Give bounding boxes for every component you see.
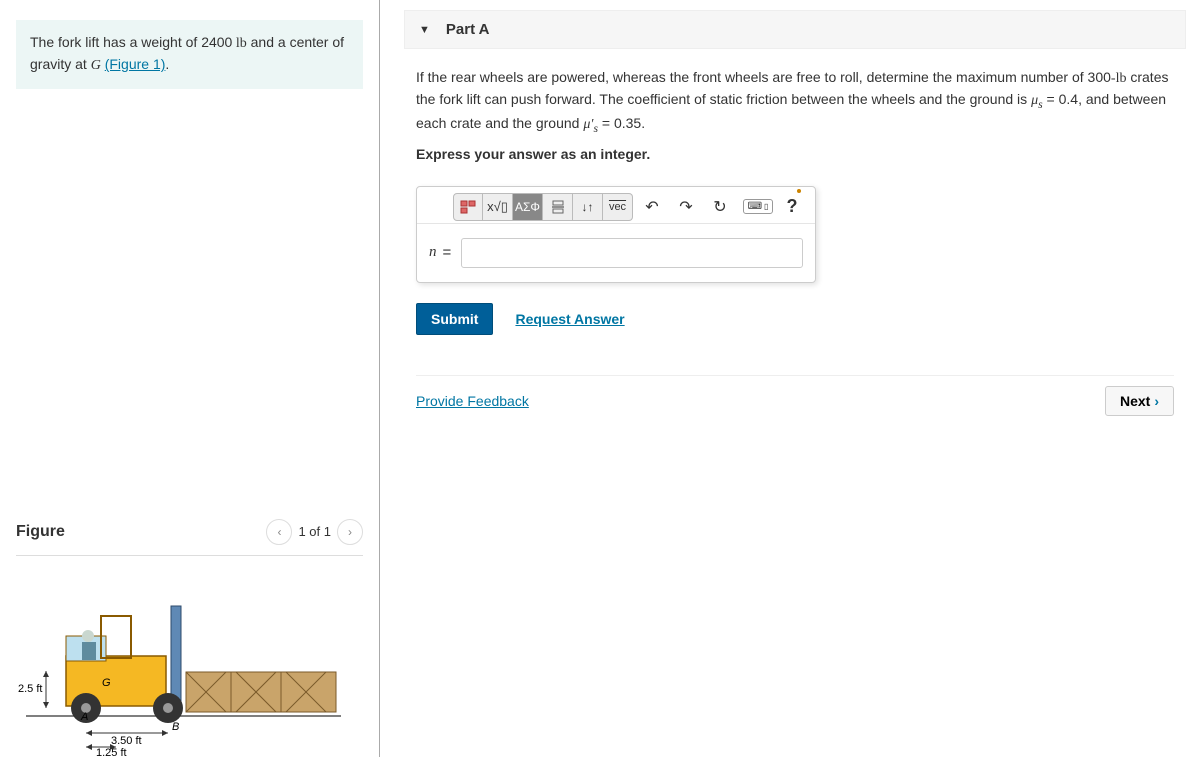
submit-button[interactable]: Submit [416,303,493,335]
fraction-button[interactable] [543,193,573,221]
ps-weight: 2400 [201,34,232,50]
equation-toolbar: x√▯ ΑΣΦ ↓↑ vec [417,187,815,224]
figure-prev-button[interactable]: ‹ [266,519,292,545]
vec-label: vec [609,201,626,213]
figure-pager: ‹ 1 of 1 › [266,519,363,545]
part-a-header[interactable]: ▼ Part A [404,10,1186,49]
next-label: Next [1120,393,1150,409]
question-text: If the rear wheels are powered, whereas … [416,67,1174,138]
answer-eq: = [443,244,462,261]
dim-d1: 3.50 ft [111,735,142,747]
templates-button[interactable] [453,193,483,221]
ps-text-1: The fork lift has a weight of [30,34,201,50]
greek-button[interactable]: ΑΣΦ [513,193,543,221]
request-answer-link[interactable]: Request Answer [515,311,624,327]
undo-button[interactable]: ↶ [637,193,667,221]
subscript-button[interactable]: ↓↑ [573,193,603,221]
sqrt-icon: x√▯ [487,199,508,215]
redo-icon: ↷ [679,197,692,217]
undo-icon: ↶ [645,197,658,217]
help-button[interactable]: ? [777,193,807,221]
qt-crateu: -lb [1111,71,1127,86]
ps-unit: lb [232,36,246,51]
qt-4: . [641,115,645,131]
mu2v: = 0.35 [598,115,641,131]
pt-a: A [80,711,88,723]
figure-next-button[interactable]: › [337,519,363,545]
dim-h: 2.5 ft [18,683,42,695]
sqrt-button[interactable]: x√▯ [483,193,513,221]
next-button[interactable]: Next › [1105,386,1174,416]
qt-1: If the rear wheels are powered, whereas … [416,69,1088,85]
submit-label: Submit [431,311,478,327]
pt-g: G [102,677,111,689]
figure-panel: Figure ‹ 1 of 1 › [16,519,363,759]
figure-title: Figure [16,523,65,541]
help-icon: ? [787,196,798,217]
chevron-right-icon: › [1154,393,1159,409]
reset-icon: ↻ [713,197,726,217]
part-a-title: Part A [446,21,490,38]
templates-icon [460,200,476,214]
vector-button[interactable]: vec [603,193,633,221]
answer-input[interactable] [461,238,803,268]
qt-cratew: 300 [1088,69,1111,85]
provide-feedback-link[interactable]: Provide Feedback [416,393,529,409]
problem-statement: The fork lift has a weight of 2400 lb an… [16,20,363,89]
pt-b: B [172,721,179,733]
caret-down-icon: ▼ [419,24,430,36]
figure-image: 2.5 ft A B G 3.50 ft 1.25 ft [16,586,346,756]
ps-suffix: . [165,56,169,72]
pin-icon [797,189,801,193]
updown-icon: ↓↑ [582,200,594,214]
reset-button[interactable]: ↻ [705,193,735,221]
mu1v: = 0.4 [1043,91,1078,107]
chevron-left-icon: ‹ [277,525,281,539]
keyboard-icon: ⌨▯ [743,199,774,214]
redo-button[interactable]: ↷ [671,193,701,221]
answer-box: x√▯ ΑΣΦ ↓↑ vec [416,186,816,283]
fraction-icon [551,200,565,214]
keyboard-button[interactable]: ⌨▯ [743,193,773,221]
answer-instruction: Express your answer as an integer. [416,146,1174,162]
ps-cg: G [91,58,101,73]
figure-page-label: 1 of 1 [298,524,331,539]
answer-var: n [429,244,443,261]
greek-label: ΑΣΦ [515,200,540,214]
figure-link[interactable]: (Figure 1) [105,56,166,72]
chevron-right-icon: › [348,525,352,539]
